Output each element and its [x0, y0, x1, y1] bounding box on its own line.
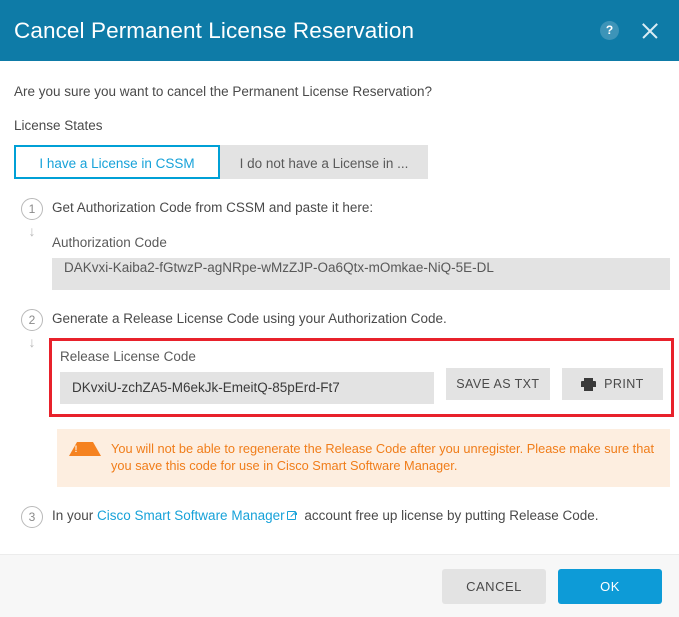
step-1-title: Get Authorization Code from CSSM and pas… — [52, 200, 374, 215]
step-2-content: Generate a Release License Code using yo… — [49, 308, 674, 487]
cisco-smart-software-manager-link[interactable]: Cisco Smart Software Manager — [97, 508, 285, 523]
external-link-icon[interactable] — [286, 510, 298, 521]
print-button[interactable]: PRINT — [561, 368, 663, 400]
step-number-badge: 2 — [21, 309, 43, 331]
step-2: 2 ↓ Generate a Release License Code usin… — [14, 308, 674, 487]
save-as-txt-button[interactable]: SAVE AS TXT — [445, 368, 550, 400]
arrow-down-icon: ↓ — [28, 334, 36, 350]
step-1-marker: 1 ↓ — [14, 197, 50, 239]
header-icon-group: ? — [600, 20, 661, 42]
print-button-label: PRINT — [604, 377, 644, 391]
step-number-badge: 1 — [21, 198, 43, 220]
close-icon[interactable] — [639, 20, 661, 42]
step-number-badge: 3 — [21, 506, 43, 528]
page-title: Cancel Permanent License Reservation — [14, 17, 415, 43]
release-license-code-label: Release License Code — [60, 349, 196, 364]
toggle-option-have-license[interactable]: I have a License in CSSM — [14, 145, 220, 179]
dialog-footer: CANCEL OK — [0, 554, 679, 617]
dialog-body: Are you sure you want to cancel the Perm… — [0, 61, 679, 554]
ok-button[interactable]: OK — [558, 568, 662, 604]
step-1: 1 ↓ Get Authorization Code from CSSM and… — [14, 197, 670, 290]
step-3-content: In your Cisco Smart Software Manager acc… — [50, 505, 665, 525]
license-states-label: License States — [14, 118, 103, 133]
step-3-text-after-link: account free up license by putting Relea… — [300, 508, 599, 523]
toggle-option-no-license[interactable]: I do not have a License in ... — [220, 145, 428, 179]
dialog-header: Cancel Permanent License Reservation ? — [0, 0, 679, 61]
cancel-button[interactable]: CANCEL — [442, 568, 546, 604]
authorization-code-label: Authorization Code — [52, 235, 167, 250]
release-license-code-input[interactable]: DKvxiU-zchZA5-M6ekJk-EmeitQ-85pErd-Ft7 — [60, 372, 434, 404]
step-3-marker: 3 — [14, 505, 50, 528]
license-states-toggle-group: I have a License in CSSM I do not have a… — [14, 145, 665, 179]
warning-text: You will not be able to regenerate the R… — [111, 441, 655, 473]
release-code-warning-banner: You will not be able to regenerate the R… — [57, 429, 670, 487]
help-circle-icon[interactable]: ? — [600, 21, 619, 40]
step-3-title: In your Cisco Smart Software Manager acc… — [52, 505, 665, 525]
printer-icon — [581, 377, 597, 391]
arrow-down-icon: ↓ — [28, 223, 36, 239]
step-3: 3 In your Cisco Smart Software Manager a… — [14, 505, 665, 528]
step-3-text-before-link: In your — [52, 508, 98, 523]
intro-text: Are you sure you want to cancel the Perm… — [14, 84, 432, 99]
step-2-marker: 2 ↓ — [14, 308, 50, 350]
cancel-permanent-license-reservation-dialog: Cancel Permanent License Reservation ? A… — [0, 0, 679, 617]
step-2-title: Generate a Release License Code using yo… — [52, 311, 447, 326]
step-1-content: Get Authorization Code from CSSM and pas… — [50, 197, 670, 290]
authorization-code-input[interactable]: DAKvxi-Kaiba2-fGtwzP-agNRpe-wMzZJP-Oa6Qt… — [52, 258, 670, 290]
warning-triangle-icon — [69, 442, 101, 456]
release-license-code-highlight: Release License Code DKvxiU-zchZA5-M6ekJ… — [49, 338, 674, 417]
release-license-code-row: DKvxiU-zchZA5-M6ekJk-EmeitQ-85pErd-Ft7 S… — [60, 364, 663, 404]
